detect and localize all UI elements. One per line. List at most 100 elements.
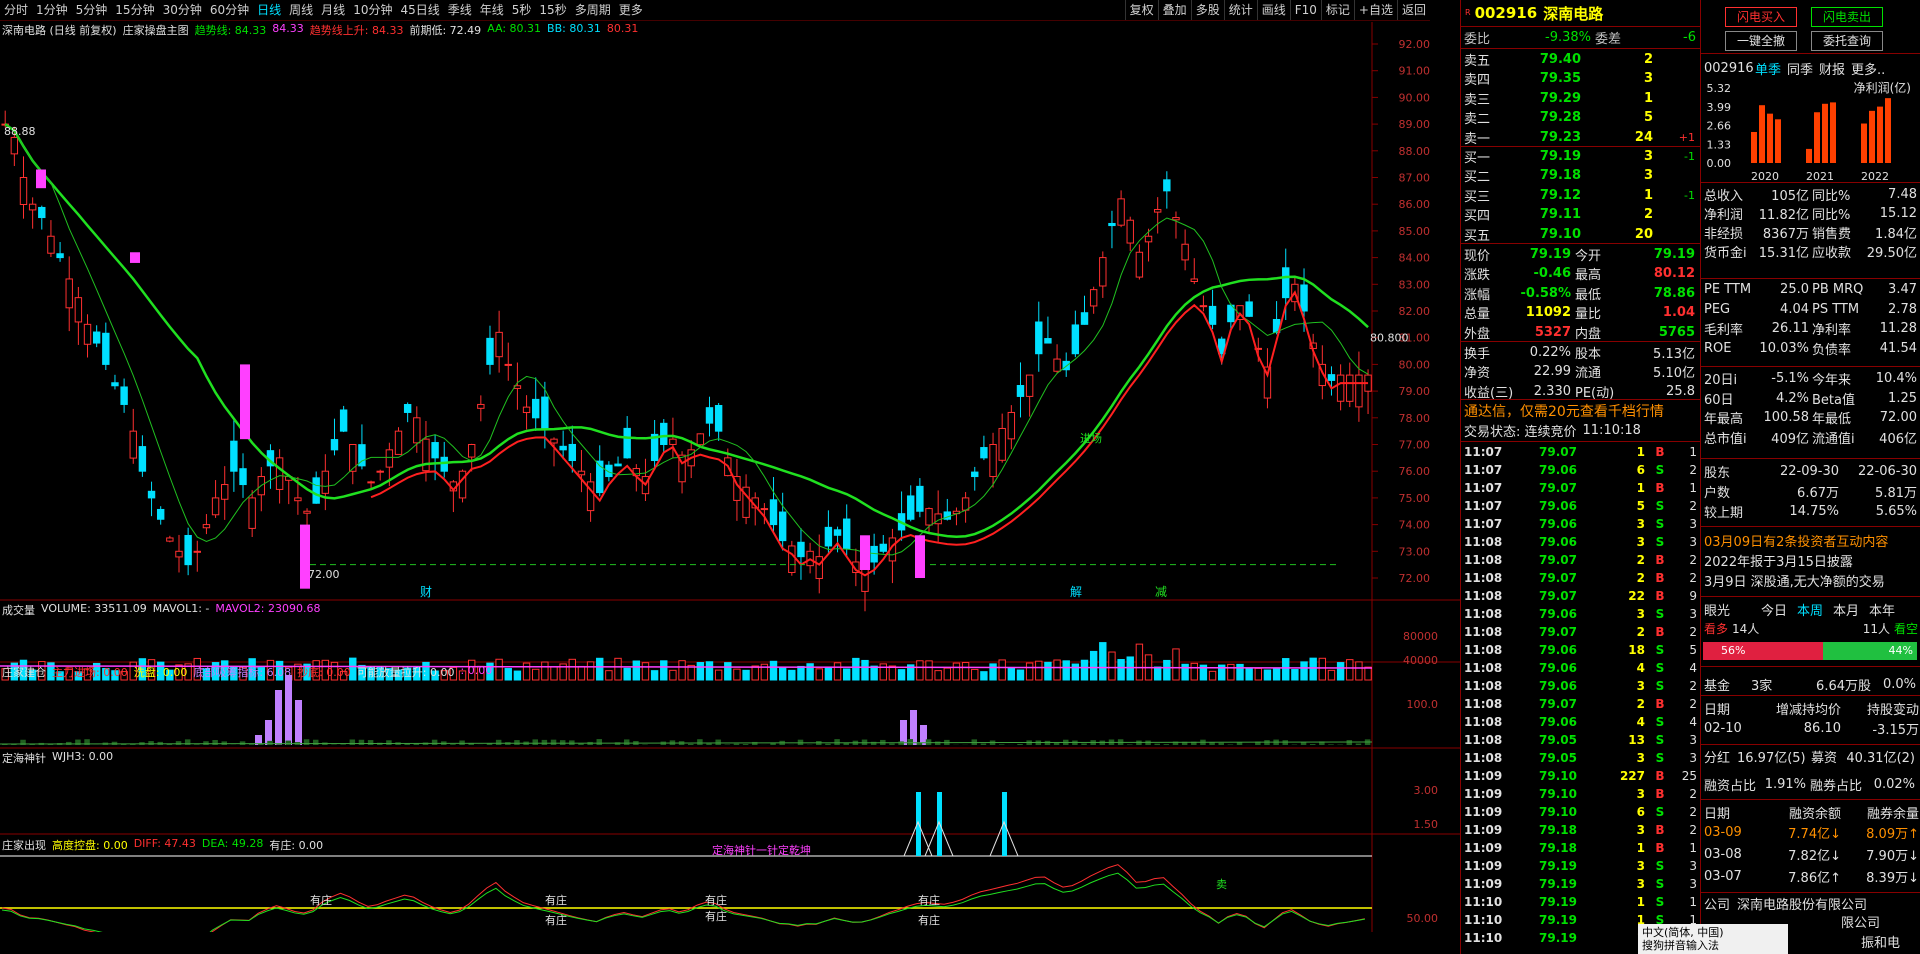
build-panel-header: 庄家建仓 主力进场: 0.00 洗盘: 0.00 底部吸筹指标: 6.08 抄底… bbox=[2, 664, 492, 680]
period-tab[interactable]: 月线 bbox=[317, 0, 349, 20]
tick-volume: 3 bbox=[1636, 517, 1645, 531]
period-tab[interactable]: 1分钟 bbox=[32, 0, 72, 20]
build-small-bar bbox=[559, 740, 566, 745]
low-annotation: 72.00 bbox=[308, 568, 340, 581]
toolbar-button[interactable]: 复权 bbox=[1124, 0, 1158, 20]
event-marker[interactable]: 解 bbox=[1070, 585, 1082, 599]
tick-time: 11:07 bbox=[1464, 463, 1503, 477]
signal-candle bbox=[36, 169, 46, 189]
tick-direction: S bbox=[1655, 751, 1665, 765]
tick-volume: 1 bbox=[1636, 841, 1645, 855]
tick-count: 25 bbox=[1681, 769, 1697, 783]
high-annotation: 88.88 bbox=[4, 125, 36, 138]
period-tab[interactable]: 45日线 bbox=[396, 0, 443, 20]
tick-volume: 2 bbox=[1636, 697, 1645, 711]
candle-body bbox=[1117, 198, 1125, 226]
toolbar-button[interactable]: 统计 bbox=[1223, 0, 1257, 20]
volume-bar bbox=[1236, 663, 1244, 681]
margin-row: 03-07 7.86亿↑ 8.39万↓ bbox=[1701, 867, 1920, 886]
fund-count: 3家 bbox=[1751, 679, 1773, 694]
event-marker[interactable]: 减 bbox=[1155, 585, 1167, 599]
info-label: PE TTM bbox=[1704, 282, 1752, 297]
hold-change-cell: 持股变动 bbox=[1866, 703, 1919, 718]
eye-tab[interactable]: 今日 bbox=[1761, 600, 1787, 619]
volume-panel-header: 成交量 VOLUME: 33511.09 MAVOL1: - MAVOL2: 2… bbox=[2, 602, 321, 618]
f10-tab[interactable]: 财报 bbox=[1819, 59, 1845, 78]
build-small-bar bbox=[697, 739, 703, 745]
book-label: 买一 bbox=[1464, 151, 1491, 166]
order-query-button[interactable]: 委托查询 bbox=[1811, 31, 1883, 51]
promo-banner[interactable]: 通达信，仅需20元查看千档行情 bbox=[1461, 401, 1700, 420]
ime-popup[interactable]: 中文(简体, 中国) 搜狗拼音输入法 bbox=[1638, 924, 1788, 954]
stat-value: 5.13亿 bbox=[1653, 347, 1695, 362]
tick-row: 11:08 79.06 18 S 5 bbox=[1461, 641, 1700, 659]
toolbar-button[interactable]: F10 bbox=[1289, 0, 1321, 20]
eye-tab[interactable]: 本周 bbox=[1797, 600, 1823, 619]
volume-bar bbox=[961, 662, 970, 681]
tick-volume: 3 bbox=[1636, 535, 1645, 549]
margin-ratio-row: 融资占比 1.91% 融券占比 0.02% bbox=[1701, 775, 1920, 794]
toolbar-button[interactable]: 多股 bbox=[1190, 0, 1224, 20]
eye-label: 眼光 bbox=[1704, 604, 1731, 619]
period-tab[interactable]: 10分钟 bbox=[349, 0, 396, 20]
toolbar-button[interactable]: 返回 bbox=[1396, 0, 1430, 20]
period-tab[interactable]: 周线 bbox=[285, 0, 317, 20]
period-tab[interactable]: 日线 bbox=[253, 0, 285, 20]
fund-shares: 6.64万股 bbox=[1816, 679, 1871, 694]
period-tab[interactable]: 60分钟 bbox=[206, 0, 253, 20]
volume-bar bbox=[742, 669, 750, 681]
toolbar-button[interactable]: +自选 bbox=[1353, 0, 1397, 20]
build-small-bar bbox=[1218, 742, 1224, 745]
volume-bar bbox=[1282, 658, 1290, 681]
news-item[interactable]: 3月9日 深股通,无大净额的交易 bbox=[1701, 571, 1920, 590]
period-tab[interactable]: 30分钟 bbox=[159, 0, 206, 20]
period-tab[interactable]: 分时 bbox=[0, 0, 32, 20]
build-small-bar bbox=[1309, 744, 1316, 745]
company-label: 公司 bbox=[1704, 898, 1731, 913]
toolbar-button[interactable]: 标记 bbox=[1320, 0, 1354, 20]
period-tab[interactable]: 年线 bbox=[476, 0, 508, 20]
tick-price: 79.07 bbox=[1539, 481, 1577, 495]
volume-bar bbox=[1080, 659, 1089, 681]
profit-bar bbox=[1814, 112, 1820, 163]
news-item[interactable]: 03月09日有2条投资者互动内容 bbox=[1701, 531, 1920, 550]
entry-marker: 进场 bbox=[1080, 431, 1102, 445]
flash-buy-button[interactable]: 闪电买入 bbox=[1725, 7, 1797, 27]
period-tab[interactable]: 5分钟 bbox=[72, 0, 112, 20]
period-tab[interactable]: 5秒 bbox=[508, 0, 536, 20]
eye-tab[interactable]: 本年 bbox=[1869, 600, 1895, 619]
tick-price: 79.10 bbox=[1539, 805, 1577, 819]
period-tab[interactable]: 15分钟 bbox=[111, 0, 158, 20]
f10-tab[interactable]: 更多.. bbox=[1851, 59, 1885, 78]
info-value: 1.84亿 bbox=[1875, 227, 1917, 242]
tick-time: 11:07 bbox=[1464, 445, 1503, 459]
candle-body bbox=[385, 449, 394, 468]
info-label: 同比% bbox=[1812, 189, 1851, 204]
f10-tab[interactable]: 同季 bbox=[1787, 59, 1813, 78]
toolbar-button[interactable]: 画线 bbox=[1256, 0, 1290, 20]
kline-chart[interactable]: 92.00 91.00 90.00 89.00 88.00 87.00 86.00 85.00… bbox=[0, 22, 1460, 932]
candle-body bbox=[696, 433, 705, 446]
f10-tab[interactable]: 单季 bbox=[1755, 59, 1781, 78]
zhuang-tag: 有庄 bbox=[310, 893, 332, 907]
period-tab[interactable]: 更多 bbox=[615, 0, 647, 20]
tick-price: 79.07 bbox=[1539, 571, 1577, 585]
dea-line bbox=[1, 872, 1365, 932]
stat-value: 25.8 bbox=[1666, 383, 1695, 399]
cancel-all-button[interactable]: 一键全撤 bbox=[1725, 31, 1797, 51]
toolbar-button[interactable]: 叠加 bbox=[1157, 0, 1191, 20]
info-value: 10.4% bbox=[1875, 371, 1917, 386]
news-item[interactable]: 2022年报于3月15日披露 bbox=[1701, 551, 1920, 570]
book-change: -1 bbox=[1684, 150, 1695, 163]
period-tab[interactable]: 季线 bbox=[444, 0, 476, 20]
tick-count: 3 bbox=[1689, 751, 1697, 765]
period-tab[interactable]: 多周期 bbox=[571, 0, 615, 20]
candle-body bbox=[1300, 284, 1308, 312]
tick-row: 11:09 79.10 6 S 2 bbox=[1461, 803, 1700, 821]
event-marker[interactable]: 财 bbox=[420, 585, 432, 599]
volume-bar bbox=[842, 668, 851, 681]
flash-sell-button[interactable]: 闪电卖出 bbox=[1811, 7, 1883, 27]
candle-body bbox=[1108, 222, 1116, 227]
period-tab[interactable]: 15秒 bbox=[535, 0, 570, 20]
eye-tab[interactable]: 本月 bbox=[1833, 600, 1859, 619]
